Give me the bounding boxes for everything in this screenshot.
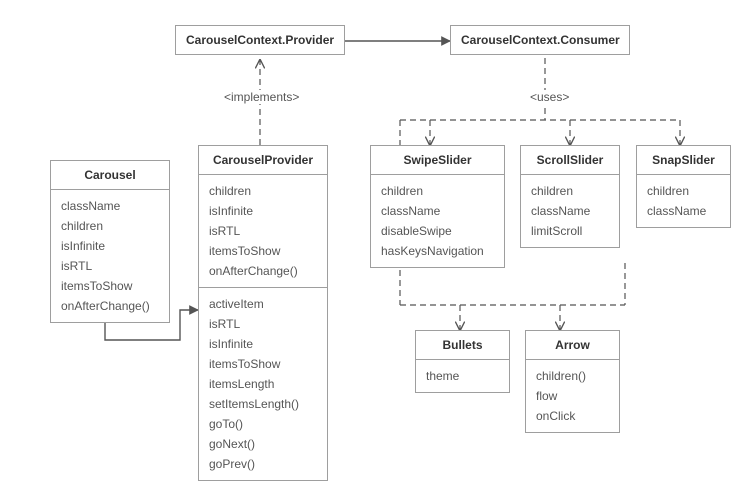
prop: theme bbox=[426, 366, 499, 386]
node-title: SwipeSlider bbox=[371, 146, 504, 175]
diagram-canvas: CarouselContext.Provider (dashed, upward… bbox=[0, 0, 750, 502]
prop: children bbox=[647, 181, 720, 201]
prop: isRTL bbox=[61, 256, 159, 276]
prop: isRTL bbox=[209, 221, 317, 241]
prop: itemsToShow bbox=[209, 241, 317, 261]
prop: children bbox=[531, 181, 609, 201]
prop: disableSwipe bbox=[381, 221, 494, 241]
node-props: className children isInfinite isRTL item… bbox=[51, 190, 169, 322]
prop: itemsLength bbox=[209, 374, 317, 394]
node-title: ScrollSlider bbox=[521, 146, 619, 175]
prop: children bbox=[209, 181, 317, 201]
node-props: children className bbox=[637, 175, 730, 227]
node-state: activeItem isRTL isInfinite itemsToShow … bbox=[199, 287, 327, 480]
node-context-consumer: CarouselContext.Consumer bbox=[450, 25, 630, 55]
prop: hasKeysNavigation bbox=[381, 241, 494, 261]
prop: flow bbox=[536, 386, 609, 406]
prop: children() bbox=[536, 366, 609, 386]
node-props: children isInfinite isRTL itemsToShow on… bbox=[199, 175, 327, 287]
node-carousel: Carousel className children isInfinite i… bbox=[50, 160, 170, 323]
node-props: children className limitScroll bbox=[521, 175, 619, 247]
prop: limitScroll bbox=[531, 221, 609, 241]
prop: onAfterChange() bbox=[61, 296, 159, 316]
prop: className bbox=[61, 196, 159, 216]
node-title: Arrow bbox=[526, 331, 619, 360]
label-implements: <implements> bbox=[222, 90, 301, 104]
prop: goTo() bbox=[209, 414, 317, 434]
node-props: theme bbox=[416, 360, 509, 392]
node-title: CarouselProvider bbox=[199, 146, 327, 175]
node-scroll-slider: ScrollSlider children className limitScr… bbox=[520, 145, 620, 248]
label-uses: <uses> bbox=[528, 90, 571, 104]
prop: className bbox=[647, 201, 720, 221]
node-context-provider: CarouselContext.Provider bbox=[175, 25, 345, 55]
prop: itemsToShow bbox=[61, 276, 159, 296]
prop: activeItem bbox=[209, 294, 317, 314]
node-title: Carousel bbox=[51, 161, 169, 190]
prop: onClick bbox=[536, 406, 609, 426]
node-props: children className disableSwipe hasKeysN… bbox=[371, 175, 504, 267]
prop: className bbox=[531, 201, 609, 221]
node-carousel-provider: CarouselProvider children isInfinite isR… bbox=[198, 145, 328, 481]
prop: className bbox=[381, 201, 494, 221]
node-props: children() flow onClick bbox=[526, 360, 619, 432]
prop: goNext() bbox=[209, 434, 317, 454]
prop: isInfinite bbox=[209, 201, 317, 221]
node-arrow: Arrow children() flow onClick bbox=[525, 330, 620, 433]
node-snap-slider: SnapSlider children className bbox=[636, 145, 731, 228]
prop: onAfterChange() bbox=[209, 261, 317, 281]
node-title: SnapSlider bbox=[637, 146, 730, 175]
prop: isInfinite bbox=[61, 236, 159, 256]
node-bullets: Bullets theme bbox=[415, 330, 510, 393]
node-title: CarouselContext.Provider bbox=[176, 26, 344, 54]
prop: goPrev() bbox=[209, 454, 317, 474]
prop: children bbox=[61, 216, 159, 236]
prop: isInfinite bbox=[209, 334, 317, 354]
node-swipe-slider: SwipeSlider children className disableSw… bbox=[370, 145, 505, 268]
prop: isRTL bbox=[209, 314, 317, 334]
prop: children bbox=[381, 181, 494, 201]
prop: setItemsLength() bbox=[209, 394, 317, 414]
node-title: CarouselContext.Consumer bbox=[451, 26, 629, 54]
node-title: Bullets bbox=[416, 331, 509, 360]
prop: itemsToShow bbox=[209, 354, 317, 374]
